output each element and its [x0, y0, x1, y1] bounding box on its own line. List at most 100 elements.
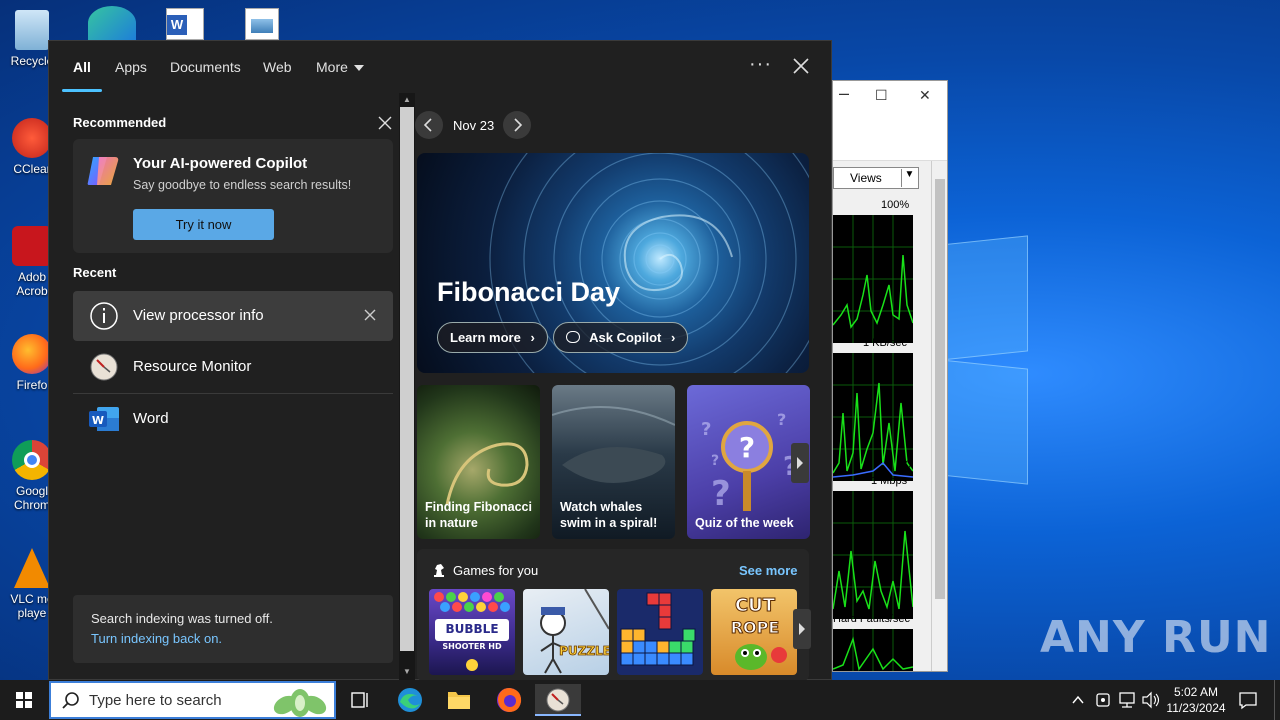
- turn-indexing-on-link[interactable]: Turn indexing back on.: [91, 631, 222, 646]
- learn-more-button[interactable]: Learn more ›: [437, 322, 548, 353]
- minimize-button[interactable]: –: [839, 83, 849, 104]
- recent-item-view-processor-info[interactable]: View processor info: [73, 291, 393, 341]
- image-document-desktop-icon[interactable]: [245, 8, 279, 40]
- indexing-notice-text: Search indexing was turned off.: [91, 611, 273, 626]
- edge-desktop-icon[interactable]: [88, 6, 136, 40]
- show-hidden-icons-button[interactable]: [1068, 680, 1088, 720]
- taskbar-edge-button[interactable]: [390, 684, 430, 716]
- svg-text:CUT: CUT: [735, 595, 776, 616]
- tray-security-icon[interactable]: [1092, 680, 1114, 720]
- search-icon: [62, 692, 79, 709]
- indexing-notice: Search indexing was turned off. Turn ind…: [73, 595, 393, 663]
- games-heading: Games for you: [453, 563, 539, 578]
- svg-text:?: ?: [777, 410, 786, 429]
- search-highlights: Nov 23 Fibonacci Day Learn more › Ask Co…: [415, 93, 833, 681]
- svg-text:?: ?: [711, 453, 719, 469]
- shield-icon: [1096, 693, 1110, 707]
- taskbar-file-explorer-button[interactable]: [439, 684, 479, 716]
- svg-text:SHOOTER HD: SHOOTER HD: [442, 642, 502, 651]
- card-caption: Watch whales swim in a spiral!: [560, 500, 658, 530]
- disk-graph-plot: [833, 353, 914, 481]
- games-next-button[interactable]: [793, 609, 811, 649]
- search-highlight-image: [273, 689, 327, 717]
- chevron-left-icon: [423, 118, 432, 132]
- previous-day-button[interactable]: [415, 111, 443, 139]
- windows-logo-icon: [16, 692, 32, 708]
- graph-label: 0%: [893, 321, 909, 333]
- tab-apps[interactable]: Apps: [115, 59, 147, 75]
- info-icon: [89, 301, 119, 331]
- svg-text:?: ?: [739, 431, 755, 464]
- ask-copilot-button[interactable]: Ask Copilot ›: [553, 322, 689, 353]
- tab-all[interactable]: All: [73, 59, 91, 75]
- recent-item-resource-monitor[interactable]: Resource Monitor: [73, 342, 393, 392]
- copilot-icon: [85, 153, 121, 189]
- fibonacci-hero-card[interactable]: Fibonacci Day Learn more › Ask Copilot ›: [417, 153, 809, 373]
- taskbar-search-input[interactable]: Type here to search: [49, 681, 336, 719]
- edge-icon: [398, 688, 422, 712]
- more-options-icon[interactable]: ···: [749, 53, 772, 76]
- game-tile-thief-puzzle[interactable]: PUZZLE: [523, 589, 609, 675]
- see-more-link[interactable]: See more: [739, 563, 798, 578]
- chat-icon: [566, 331, 580, 343]
- chevron-up-icon: [1072, 695, 1084, 704]
- tab-web[interactable]: Web: [263, 59, 292, 75]
- scrollbar-thumb[interactable]: [400, 107, 414, 651]
- chrome-icon: [12, 440, 52, 480]
- close-icon[interactable]: [377, 115, 393, 131]
- chevron-down-icon[interactable]: ▼: [901, 169, 917, 187]
- task-view-icon: [351, 692, 368, 708]
- recent-item-label: Word: [133, 410, 169, 427]
- next-day-button[interactable]: [503, 111, 531, 139]
- close-icon[interactable]: [791, 53, 811, 77]
- window-close-button[interactable]: ✕: [919, 87, 931, 104]
- windows-wallpaper-logo: [940, 235, 1030, 485]
- game-tile-bubble-shooter[interactable]: BUBBLE SHOOTER HD: [429, 589, 515, 675]
- ccleaner-icon: [12, 118, 52, 158]
- tray-network-icon[interactable]: [1116, 680, 1138, 720]
- graph-label: 1 KB/sec: [863, 337, 908, 349]
- taskbar-firefox-button[interactable]: [489, 684, 529, 716]
- start-button[interactable]: [0, 680, 48, 720]
- card-finding-fibonacci[interactable]: Finding Fibonacci in nature: [417, 385, 540, 539]
- tab-more[interactable]: More: [316, 59, 364, 75]
- remove-icon[interactable]: [363, 308, 377, 322]
- task-view-button[interactable]: [340, 684, 380, 716]
- resource-monitor-icon: [546, 688, 570, 712]
- resource-monitor-icon: [89, 352, 119, 382]
- cards-next-button[interactable]: [791, 443, 809, 483]
- scroll-up-icon[interactable]: ▲: [402, 95, 412, 104]
- taskbar-clock[interactable]: 5:02 AM 11/23/2024: [1156, 684, 1236, 716]
- clock-date: 11/23/2024: [1166, 701, 1226, 715]
- graph-label: 1 Mbps: [871, 475, 908, 487]
- block-puzzle-image: [620, 592, 696, 666]
- chevron-right-icon: [514, 118, 523, 132]
- game-tile-block-puzzle[interactable]: [617, 589, 703, 675]
- taskbar: Type here to search 5:02 AM 11/23/2024: [0, 680, 1280, 720]
- window-scrollbar[interactable]: [931, 161, 947, 671]
- maximize-button[interactable]: ☐: [875, 87, 888, 104]
- left-scrollbar[interactable]: ▲ ▼: [399, 93, 415, 681]
- game-tile-cut-the-rope[interactable]: CUT ROPE: [711, 589, 797, 675]
- search-placeholder: Type here to search: [89, 692, 222, 709]
- card-watch-whales[interactable]: Watch whales swim in a spiral!: [552, 385, 675, 539]
- scroll-down-icon[interactable]: ▼: [402, 667, 412, 676]
- copilot-promo-card: Your AI-powered Copilot Say goodbye to e…: [73, 139, 393, 253]
- svg-text:W: W: [92, 414, 104, 427]
- anyrun-watermark: ANY RUN: [1040, 612, 1272, 663]
- copilot-title: Your AI-powered Copilot: [133, 155, 308, 172]
- thief-puzzle-image: PUZZLE: [540, 589, 609, 674]
- tab-documents[interactable]: Documents: [170, 59, 241, 75]
- recent-item-label: Resource Monitor: [133, 358, 252, 375]
- firefox-icon: [497, 688, 522, 712]
- resource-monitor-window[interactable]: – ☐ ✕ Views ▼ 100% 0% 1 KB/sec 0 1 Mbps …: [832, 80, 948, 672]
- show-desktop-button[interactable]: [1274, 680, 1280, 720]
- memory-graph-plot: [833, 629, 914, 671]
- recent-item-word[interactable]: W Word: [73, 394, 393, 444]
- word-document-desktop-icon[interactable]: W: [166, 8, 204, 40]
- svg-text:BUBBLE: BUBBLE: [445, 622, 498, 636]
- search-panel: All Apps Documents Web More ··· Recommen…: [48, 40, 833, 681]
- notifications-button[interactable]: [1236, 680, 1260, 720]
- taskbar-resource-monitor-button[interactable]: [535, 684, 581, 716]
- try-it-now-button[interactable]: Try it now: [133, 209, 274, 240]
